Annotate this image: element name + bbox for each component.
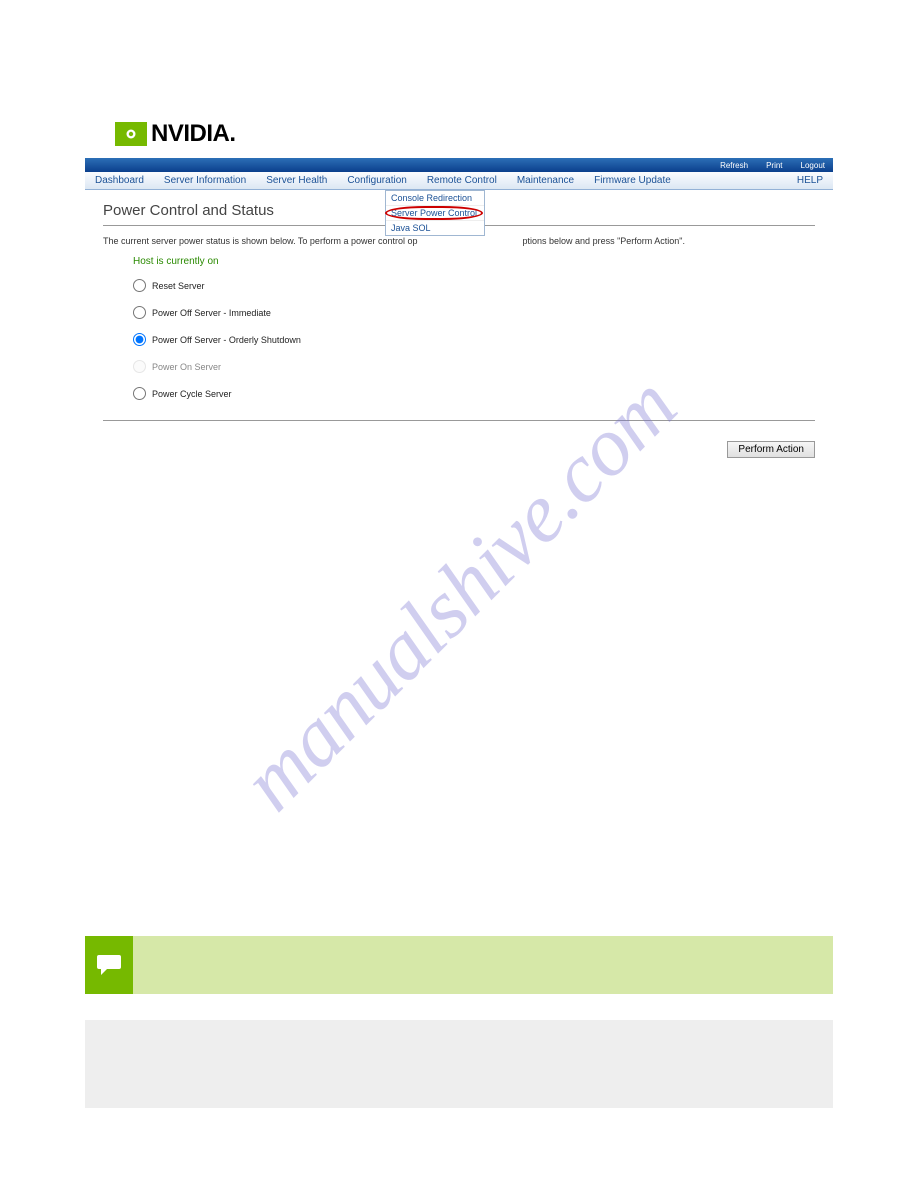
speech-bubble-icon: [85, 936, 133, 994]
procedure-box: [85, 1020, 833, 1108]
option-power-off-immediate[interactable]: Power Off Server - Immediate: [133, 306, 815, 319]
logo: NVIDIA .: [115, 120, 833, 148]
menu-configuration[interactable]: Configuration: [337, 175, 416, 186]
radio-reset[interactable]: [133, 279, 146, 292]
option-power-off-orderly[interactable]: Power Off Server - Orderly Shutdown: [133, 333, 815, 346]
menu-help[interactable]: HELP: [787, 175, 833, 186]
radio-off-orderly[interactable]: [133, 333, 146, 346]
radio-cycle[interactable]: [133, 387, 146, 400]
logo-brand: NVIDIA: [151, 120, 229, 148]
logout-link[interactable]: Logout: [801, 161, 825, 170]
remote-control-dropdown: Console Redirection Server Power Control…: [385, 190, 485, 236]
page-description: The current server power status is shown…: [103, 236, 815, 246]
perform-action-button[interactable]: Perform Action: [727, 441, 815, 458]
option-reset-server[interactable]: Reset Server: [133, 279, 815, 292]
separator: [103, 420, 815, 421]
top-utility-bar: Refresh Print Logout: [85, 158, 833, 172]
menu-firmware-update[interactable]: Firmware Update: [584, 175, 681, 186]
menu-maintenance[interactable]: Maintenance: [507, 175, 584, 186]
desc-prefix: The current server power status is shown…: [103, 236, 417, 246]
note-body: [133, 936, 833, 994]
option-power-on[interactable]: Power On Server: [133, 360, 815, 373]
main-menubar: Dashboard Server Information Server Heal…: [85, 172, 833, 190]
power-options: Reset Server Power Off Server - Immediat…: [133, 279, 815, 400]
menu-dashboard[interactable]: Dashboard: [85, 175, 154, 186]
host-status: Host is currently on: [133, 256, 815, 267]
label-power-on: Power On Server: [152, 362, 221, 372]
print-link[interactable]: Print: [766, 161, 782, 170]
desc-suffix: ptions below and press "Perform Action".: [523, 236, 685, 246]
dropdown-console-redirection[interactable]: Console Redirection: [386, 191, 484, 206]
label-cycle: Power Cycle Server: [152, 389, 232, 399]
dropdown-server-power-control[interactable]: Server Power Control: [386, 206, 484, 221]
logo-dot: .: [229, 120, 236, 148]
dropdown-server-power-control-label: Server Power Control: [391, 208, 477, 218]
radio-power-on: [133, 360, 146, 373]
label-off-immediate: Power Off Server - Immediate: [152, 308, 271, 318]
nvidia-eye-icon: [115, 122, 147, 146]
radio-off-immediate[interactable]: [133, 306, 146, 319]
option-power-cycle[interactable]: Power Cycle Server: [133, 387, 815, 400]
label-off-orderly: Power Off Server - Orderly Shutdown: [152, 335, 301, 345]
dropdown-java-sol[interactable]: Java SOL: [386, 221, 484, 235]
menu-server-health[interactable]: Server Health: [256, 175, 337, 186]
menu-remote-control[interactable]: Remote Control: [417, 175, 507, 186]
refresh-link[interactable]: Refresh: [720, 161, 748, 170]
label-reset: Reset Server: [152, 281, 205, 291]
note-block: [85, 936, 833, 994]
menu-server-info[interactable]: Server Information: [154, 175, 256, 186]
